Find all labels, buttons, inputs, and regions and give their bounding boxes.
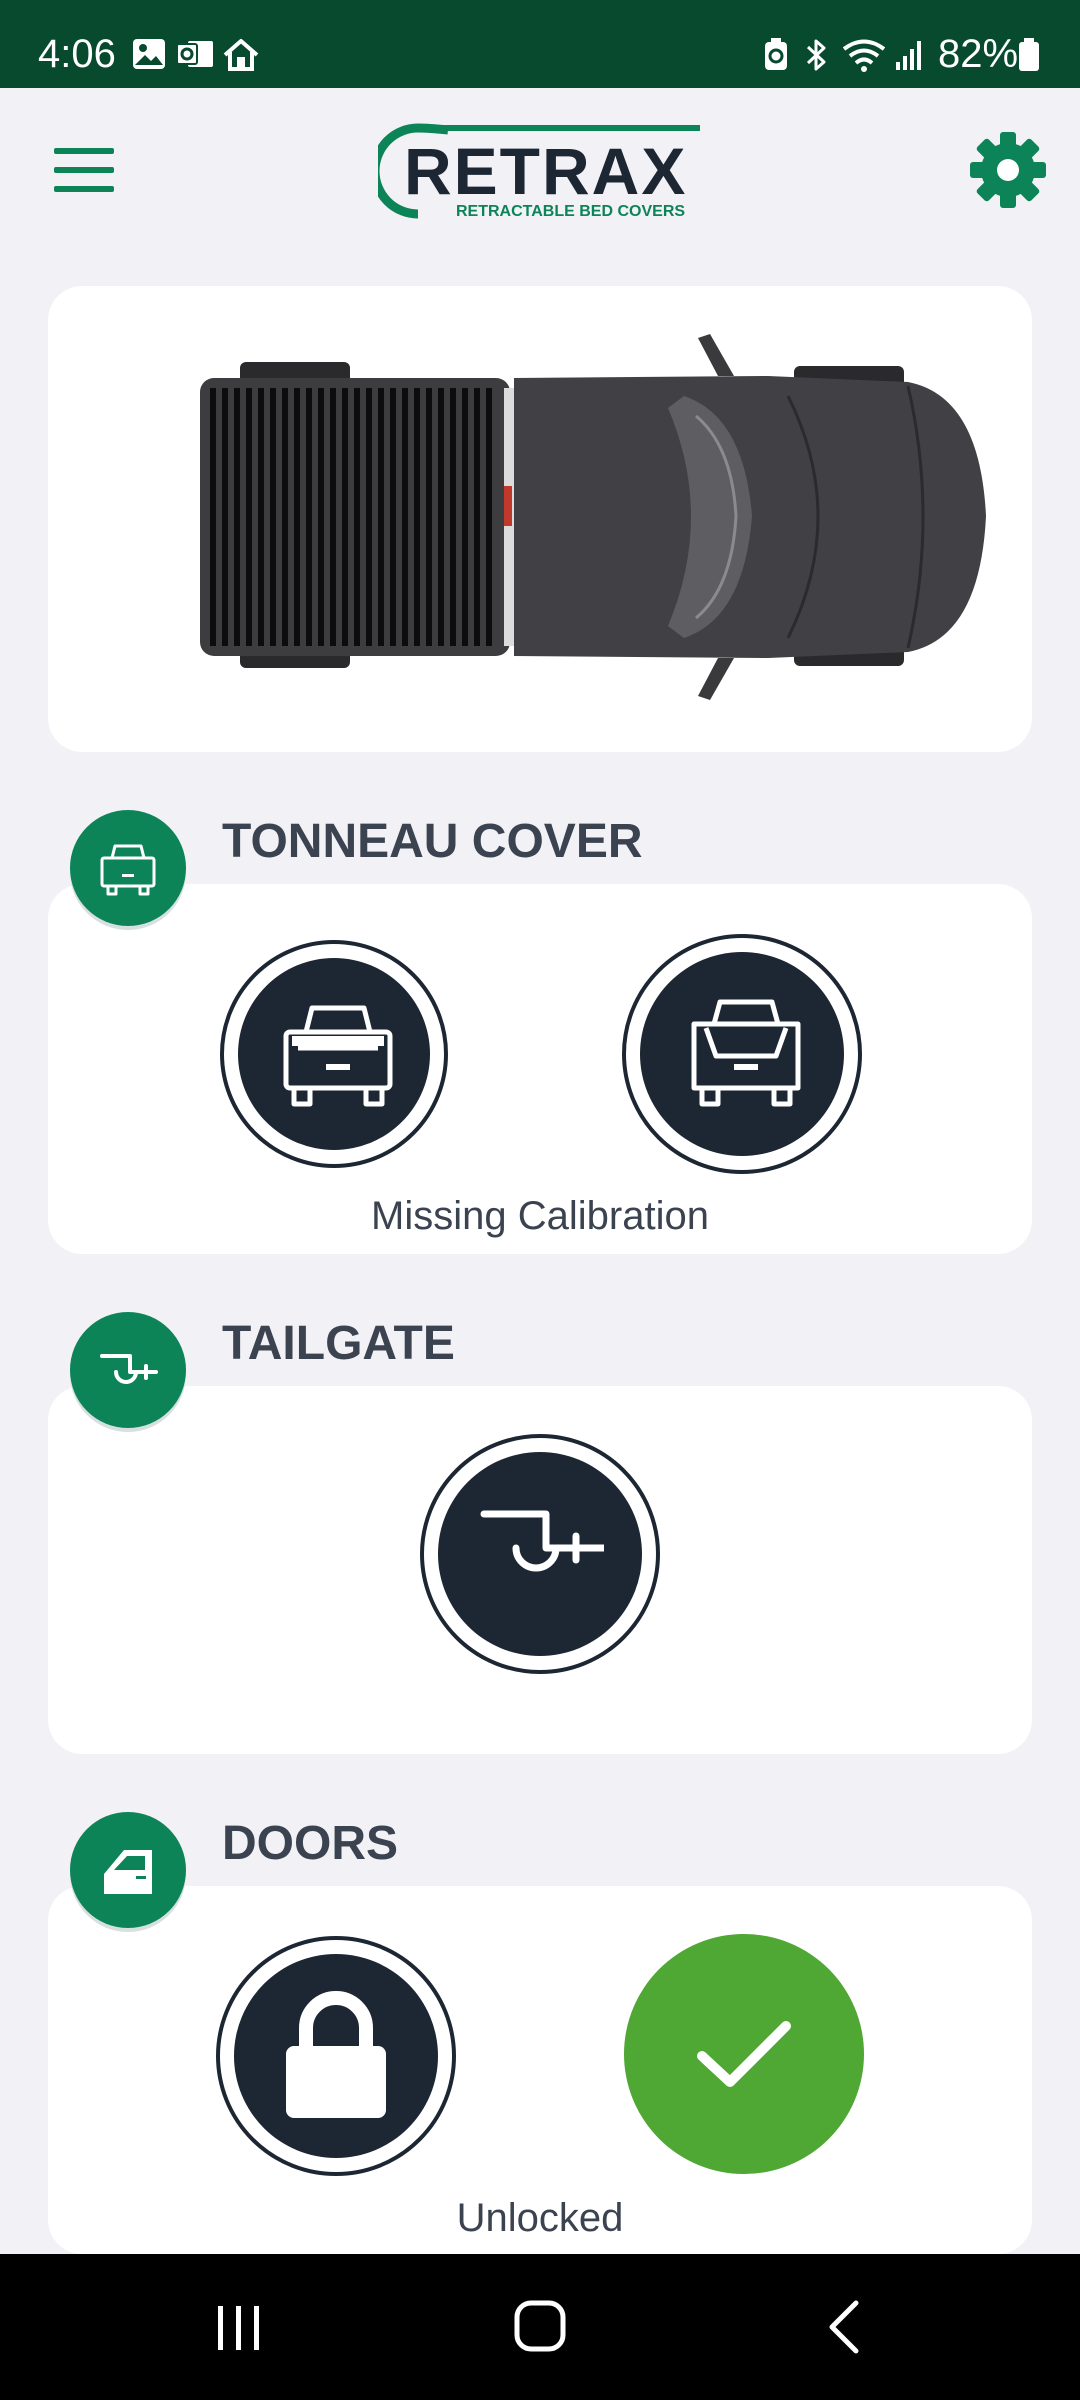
wifi-icon (842, 39, 886, 72)
truck-rear-icon (100, 844, 156, 896)
tailgate-section-badge (70, 1312, 186, 1428)
app-screen: 4:06 82% RETRAX RETRACTABLE BED COVERS M… (0, 0, 1080, 2400)
battery-saver-icon (765, 38, 787, 70)
back-icon[interactable] (826, 2300, 860, 2354)
tonneau-status: Missing Calibration (371, 1194, 709, 1238)
door-unlocked-confirm-button[interactable] (624, 1934, 864, 2174)
battery-percent: 82% (938, 32, 1019, 76)
tonneau-cover-card: Missing Calibration (48, 884, 1032, 1254)
tailgate-card (48, 1386, 1032, 1754)
retrax-logo: RETRAX RETRACTABLE BED COVERS (378, 123, 700, 220)
checkmark-icon (697, 2021, 791, 2087)
status-time: 4:06 (38, 32, 116, 76)
door-lock-button[interactable] (216, 1936, 456, 2176)
doors-status: Unlocked (456, 2196, 624, 2240)
tailgate-button[interactable] (420, 1434, 660, 1674)
gallery-icon (133, 39, 165, 69)
doors-card: Unlocked (48, 1886, 1032, 2254)
system-navigation-bar (0, 2254, 1080, 2400)
outlook-icon (176, 41, 213, 67)
logo-subtext: RETRACTABLE BED COVERS (456, 203, 685, 220)
battery-icon (1019, 38, 1039, 71)
truck-top-view-image (200, 334, 986, 700)
tailgate-section-title: TAILGATE (222, 1317, 455, 1370)
hamburger-menu-icon[interactable] (54, 146, 114, 194)
truck-cover-closed-icon (283, 1005, 393, 1107)
tonneau-close-button[interactable] (220, 940, 448, 1168)
tonneau-open-button[interactable] (622, 934, 862, 1174)
status-bar: 4:06 82% (0, 0, 1080, 88)
truck-preview-card (48, 286, 1032, 752)
tonneau-section-badge (70, 810, 186, 926)
home-icon (223, 39, 259, 71)
doors-section-title: DOORS (222, 1817, 399, 1870)
bluetooth-icon (806, 39, 826, 71)
recent-apps-icon[interactable] (216, 2304, 262, 2352)
lock-icon (286, 1991, 386, 2118)
logo-wordmark: RETRAX (404, 134, 687, 208)
cell-signal-icon (896, 41, 921, 70)
home-button-icon[interactable] (514, 2300, 566, 2352)
tailgate-icon (480, 1510, 604, 1572)
doors-section-badge (70, 1812, 186, 1928)
gear-icon[interactable] (968, 130, 1048, 210)
tailgate-small-icon (100, 1354, 158, 1384)
car-door-icon (104, 1850, 152, 1894)
tonneau-section-title: TONNEAU COVER (222, 815, 643, 868)
truck-cover-open-icon (691, 999, 801, 1107)
